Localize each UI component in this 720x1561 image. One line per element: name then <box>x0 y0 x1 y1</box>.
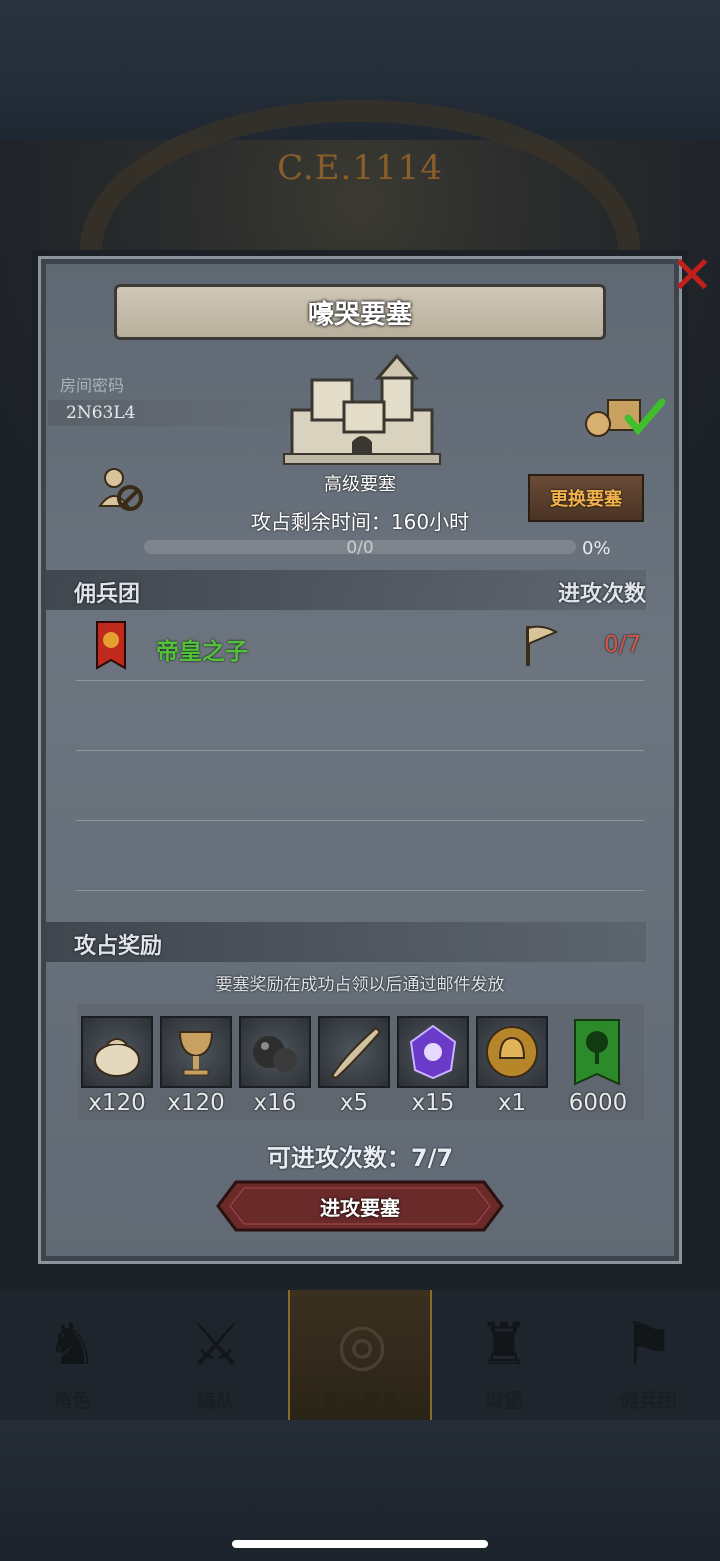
nav-item-mercenary[interactable]: ⚑ 佣兵团 <box>576 1290 720 1420</box>
reward-count: x15 <box>411 1090 455 1116</box>
reward-count: x120 <box>167 1090 225 1116</box>
dialog-title: 嚎哭要塞 <box>114 284 606 340</box>
mercenary-icon: ⚑ <box>622 1310 674 1378</box>
rewards-header: 攻占奖励 <box>74 934 163 959</box>
reward-count: x16 <box>253 1090 297 1116</box>
helmet-medal-icon <box>486 1026 538 1078</box>
attempts-header: 进攻次数 <box>557 582 646 607</box>
ore-icon <box>253 1036 297 1072</box>
reward-count: x1 <box>497 1090 527 1116</box>
reward-item[interactable] <box>160 1016 232 1088</box>
nav-label: 编队 <box>196 1390 235 1412</box>
reward-item[interactable] <box>397 1016 469 1088</box>
nav-label: 前往群岛 <box>323 1390 400 1412</box>
table-row-empty <box>76 824 644 891</box>
nav-label: 城堡 <box>484 1390 523 1412</box>
reward-item[interactable] <box>81 1016 153 1088</box>
table-row-empty <box>76 754 644 821</box>
reward-item[interactable] <box>239 1016 311 1088</box>
crystal-icon <box>409 1024 457 1080</box>
guild-banner-icon <box>96 621 126 670</box>
reward-count: x120 <box>88 1090 146 1116</box>
table-row-empty <box>76 684 644 751</box>
character-icon: ♞ <box>46 1310 98 1378</box>
reward-item[interactable] <box>476 1016 548 1088</box>
capture-progress-percent: 0% <box>582 538 611 559</box>
flag-icon <box>526 625 558 666</box>
era-label: C.E.1114 <box>277 148 443 188</box>
room-password-value[interactable]: 2N63L4 <box>66 403 135 423</box>
nav-item-islands[interactable]: ◎ 前往群岛 <box>288 1290 432 1420</box>
nav-label: 佣兵团 <box>619 1390 677 1412</box>
nav-item-castle[interactable]: ♜ 城堡 <box>432 1290 576 1420</box>
goblet-icon <box>178 1031 214 1076</box>
reward-item[interactable] <box>318 1016 390 1088</box>
guild-attempts: 0/7 <box>604 632 642 658</box>
home-indicator[interactable] <box>232 1540 488 1548</box>
remaining-attacks: 可进攻次数：7/7 <box>266 1144 454 1172</box>
nav-item-character[interactable]: ♞ 角色 <box>0 1290 144 1420</box>
room-password-label: 房间密码 <box>60 376 125 395</box>
castle-icon: ♜ <box>478 1310 530 1378</box>
formation-icon: ⚔ <box>190 1310 242 1378</box>
castle-icon <box>283 353 441 465</box>
islands-icon: ◎ <box>336 1310 388 1378</box>
mercenary-header: 佣兵团 <box>74 582 141 607</box>
nav-item-formation[interactable]: ⚔ 编队 <box>144 1290 288 1420</box>
close-icon[interactable]: ✕ <box>666 250 718 302</box>
capture-progress-text: 0/0 <box>346 538 374 558</box>
sack-icon <box>94 1038 140 1077</box>
reward-count: 6000 <box>568 1090 628 1116</box>
rewards-note: 要塞奖励在成功占领以后通过邮件发放 <box>215 975 505 995</box>
guild-name[interactable]: 帝皇之子 <box>156 632 248 666</box>
horn-icon <box>330 1026 382 1080</box>
nav-label: 角色 <box>52 1390 91 1412</box>
reward-count: x5 <box>339 1090 369 1116</box>
tree-banner-icon[interactable] <box>573 1018 621 1086</box>
capture-time-remaining: 攻占剩余时间：160小时 <box>250 510 470 534</box>
supplies-check-icon[interactable] <box>584 392 666 440</box>
attack-fortress-button[interactable]: 进攻要塞 <box>216 1180 504 1232</box>
